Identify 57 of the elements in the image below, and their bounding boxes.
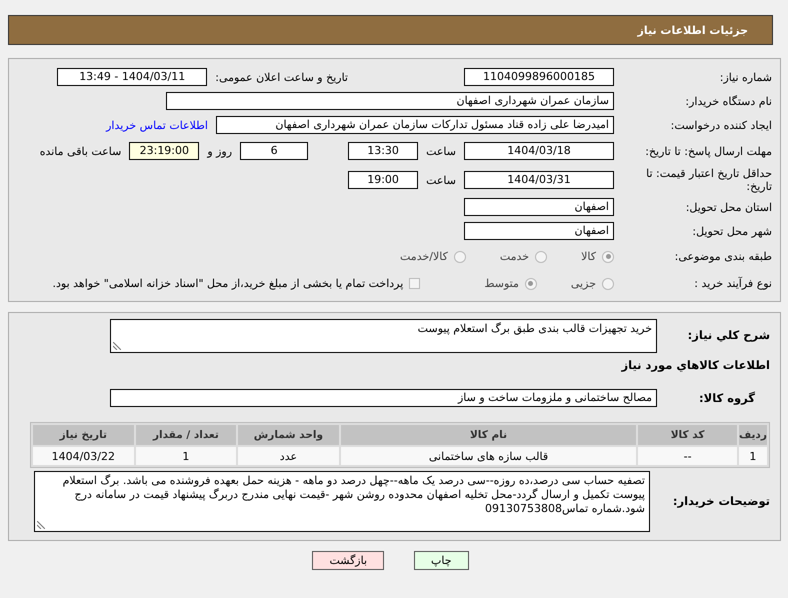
column-header: ردیف — [738, 425, 767, 445]
back-button[interactable]: بازگشت — [312, 551, 384, 570]
section-title: اطلاعات كالاهاي مورد نياز — [620, 358, 770, 372]
resize-grip-icon[interactable] — [113, 342, 121, 350]
column-header: واحد شمارش — [238, 425, 339, 445]
time-label: ساعت — [426, 174, 456, 186]
option-label: کالا/خدمت — [400, 250, 448, 263]
field-label: شماره نیاز: — [718, 70, 772, 84]
field-label: نوع فرآیند خرید : — [693, 277, 772, 290]
validity-time-field: 19:00 — [348, 171, 418, 189]
validity-date-field: 1404/03/31 — [464, 171, 614, 189]
requester-field: امیدرضا علی زاده قناد مسئول تدارکات سازمان عمران شهرداری اصفهان — [216, 116, 614, 134]
field-label: حداقل تاریخ اعتبار قیمت: تا تاریخ: — [645, 167, 772, 193]
remaining-label: ساعت باقی مانده — [40, 144, 122, 158]
buyer-contact-link[interactable]: اطلاعات تماس خریدار — [106, 118, 208, 132]
time-label: ساعت — [426, 144, 456, 158]
field-label: طبقه بندی موضوعی: — [674, 250, 772, 263]
print-button[interactable]: چاپ — [414, 551, 469, 570]
table-cell: -- — [638, 447, 737, 465]
field-label: تاریخ و ساعت اعلان عمومی: — [215, 70, 348, 84]
option-label: کالا — [581, 250, 596, 263]
field-label: شهر محل تحویل: — [691, 224, 772, 238]
table-cell: 1 — [136, 447, 236, 465]
column-header: کد کالا — [638, 425, 737, 445]
days-label: روز و — [207, 144, 232, 158]
deadline-time-field: 13:30 — [348, 142, 418, 160]
table-cell: 1 — [738, 447, 767, 465]
option-label: متوسط — [484, 277, 519, 290]
column-header: تاریخ نیاز — [33, 425, 134, 445]
buyer-org-field: سازمان عمران شهرداری اصفهان — [166, 92, 614, 110]
description-field: خرید تجهیزات قالب بندی طبق برگ استعلام پیوست — [110, 319, 657, 353]
column-header: تعداد / مقدار — [136, 425, 236, 445]
field-label: نام دستگاه خریدار: — [684, 94, 772, 108]
need-number-field: 1104099896000185 — [464, 68, 614, 86]
resize-grip-icon[interactable] — [37, 521, 45, 529]
payment-note: پرداخت تمام یا بخشی از مبلغ خرید،از محل "اسناد خزانه اسلامی" خواهد بود. — [52, 277, 404, 290]
remaining-time-field: 23:19:00 — [129, 142, 200, 160]
page-title: جزئیات اطلاعات نیاز — [8, 15, 773, 45]
field-label: استان محل تحویل: — [684, 200, 772, 214]
option-label: جزیی — [570, 277, 596, 290]
goods-group-field: مصالح ساختمانی و ملزومات ساخت و ساز — [110, 389, 657, 407]
announce-date-field: 1404/03/11 - 13:49 — [57, 68, 208, 86]
option-label: خدمت — [500, 250, 530, 263]
province-field: اصفهان — [464, 198, 614, 216]
field-label: شرح کلي نیاز: — [686, 327, 770, 342]
table-cell: 1404/03/22 — [33, 447, 134, 465]
table-cell: قالب سازه های ساختمانی — [340, 447, 636, 465]
field-label: مهلت ارسال پاسخ: تا تاریخ: — [644, 144, 772, 158]
city-field: اصفهان — [464, 222, 614, 240]
table-cell: عدد — [238, 447, 339, 465]
deadline-date-field: 1404/03/18 — [464, 142, 614, 160]
field-label: توضیحات خریدار: — [672, 495, 770, 508]
field-label: ایجاد کننده درخواست: — [670, 118, 772, 132]
column-header: نام کالا — [340, 425, 636, 445]
field-label: گروه کالا: — [698, 392, 756, 404]
buyer-notes-field: تصفیه حساب سی درصد،ده روزه--سی درصد یک ماهه--چهل درصد دو ماهه - هزینه حمل بعهده فروشنده می باشد. برگ استعلام پیوست تکمیل و ارسال گردد-محل تخلیه اصفهان محدوده روشن شهر -قیمت نهایی مندرج دربرگ پیشنهاد قیمت در سامانه درج شود.شماره تماس09130753808 — [34, 471, 650, 532]
days-field: 6 — [240, 142, 308, 160]
